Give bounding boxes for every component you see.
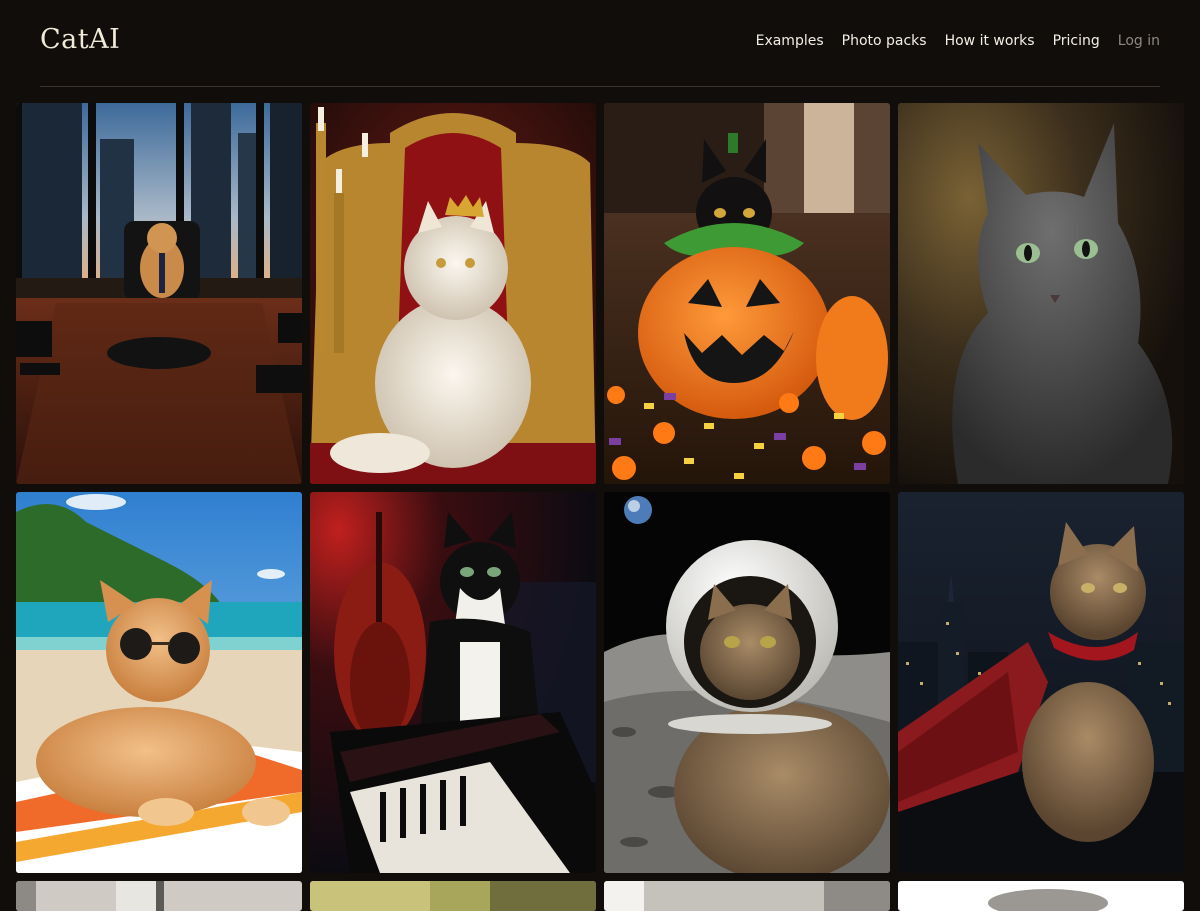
top-navigation-bar: CatAI Examples Photo packs How it works …	[0, 0, 1200, 87]
main-nav: Examples Photo packs How it works Pricin…	[756, 33, 1160, 49]
gallery-tile[interactable]	[310, 881, 596, 911]
partially-visible-image	[16, 881, 302, 911]
gallery-tile[interactable]	[604, 881, 890, 911]
gallery-tile[interactable]	[16, 881, 302, 911]
gallery-tile[interactable]	[898, 103, 1184, 484]
partially-visible-image	[310, 881, 596, 911]
white-persian-cat-king-throne-image	[310, 103, 596, 484]
nav-link-photo-packs[interactable]: Photo packs	[842, 33, 927, 49]
nav-link-pricing[interactable]: Pricing	[1053, 33, 1100, 49]
tabby-cat-red-cape-city-night-image	[898, 492, 1184, 873]
gallery-tile[interactable]	[16, 103, 302, 484]
example-gallery-grid	[16, 103, 1184, 911]
gallery-tile[interactable]	[604, 492, 890, 873]
tabby-cat-astronaut-moon-image	[604, 492, 890, 873]
partially-visible-image	[604, 881, 890, 911]
grey-cat-portrait-image	[898, 103, 1184, 484]
ginger-cat-sunglasses-beach-image	[16, 492, 302, 873]
tuxedo-cat-jazz-bar-piano-image	[310, 492, 596, 873]
nav-link-examples[interactable]: Examples	[756, 33, 824, 49]
gallery-tile[interactable]	[898, 881, 1184, 911]
gallery-tile[interactable]	[310, 103, 596, 484]
gallery-tile[interactable]	[604, 103, 890, 484]
partially-visible-image	[898, 881, 1184, 911]
gallery-tile[interactable]	[898, 492, 1184, 873]
brand-logo-link[interactable]: CatAI	[40, 24, 120, 55]
nav-link-log-in[interactable]: Log in	[1118, 33, 1160, 49]
gallery-tile[interactable]	[310, 492, 596, 873]
black-cat-pumpkin-costume-image	[604, 103, 890, 484]
header-divider	[40, 86, 1160, 87]
gallery-tile[interactable]	[16, 492, 302, 873]
nav-link-how-it-works[interactable]: How it works	[945, 33, 1035, 49]
cat-ceo-boardroom-image	[16, 103, 302, 484]
